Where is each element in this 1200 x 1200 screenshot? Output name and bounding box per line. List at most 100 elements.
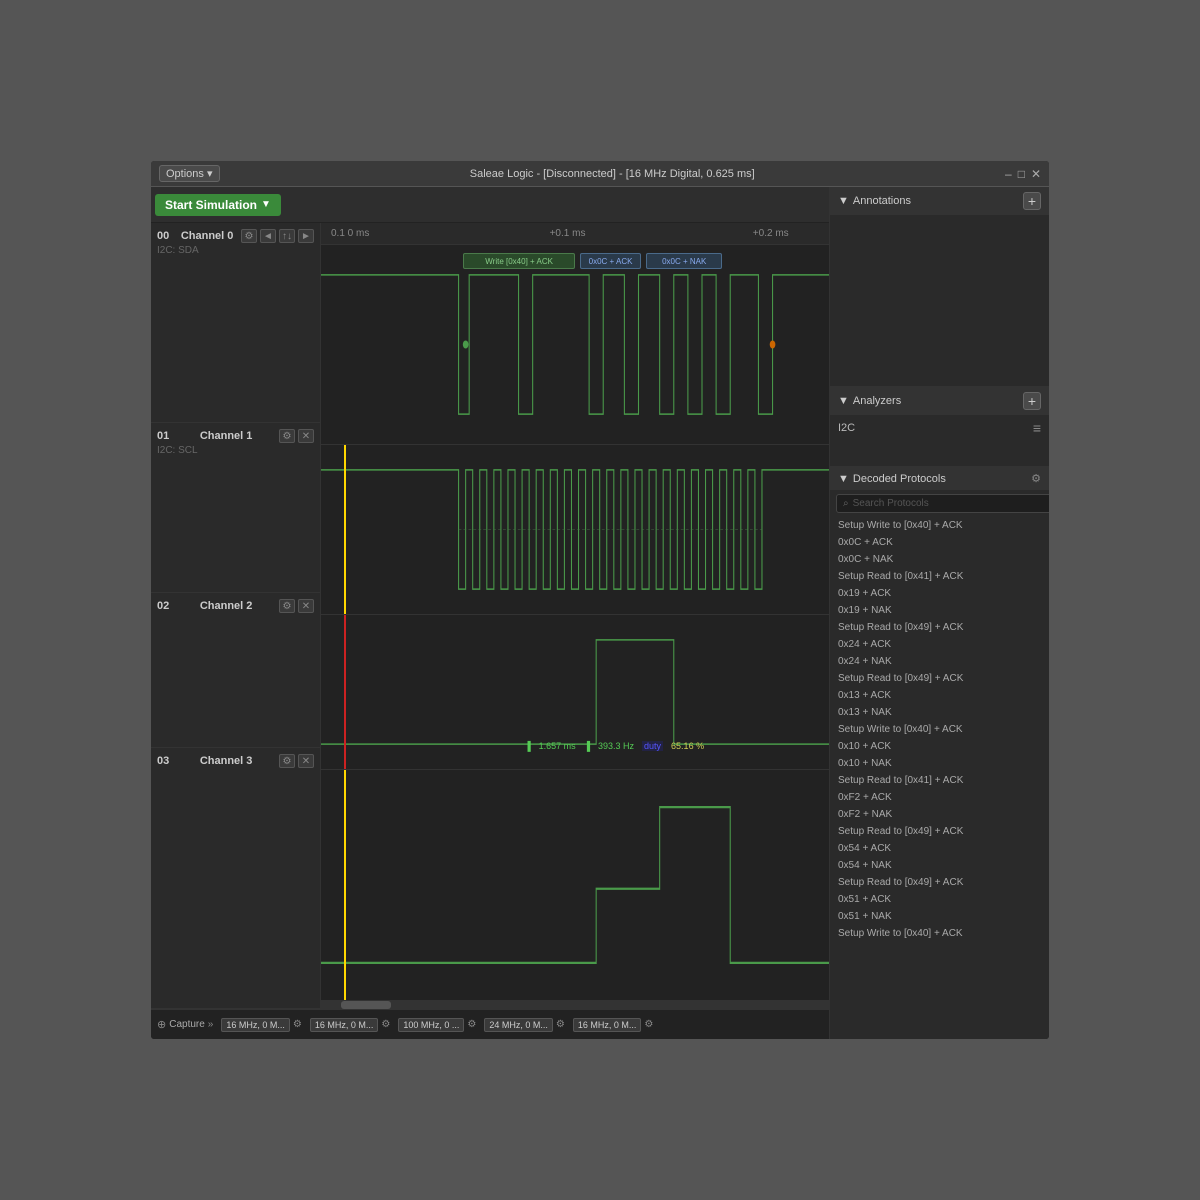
protocol-item-22[interactable]: 0x51 + ACK bbox=[830, 891, 1049, 908]
protocol-item-14[interactable]: 0x10 + NAK bbox=[830, 755, 1049, 772]
channel-2-controls: ⚙ ✕ bbox=[279, 599, 314, 613]
triangle-icon: ▼ bbox=[838, 195, 849, 207]
status-ch4: 16 MHz, 0 M... ⚙ bbox=[573, 1018, 653, 1032]
capture-label: Capture bbox=[169, 1019, 205, 1030]
search-protocols-box[interactable]: ⌕ Search Protocols bbox=[836, 494, 1049, 513]
annotations-add-button[interactable]: + bbox=[1023, 192, 1041, 210]
protocol-item-19[interactable]: 0x54 + ACK bbox=[830, 840, 1049, 857]
decoded-protocols-section: ▼ Decoded Protocols ⚙ ⌕ Search Protocols… bbox=[830, 467, 1049, 1039]
analyzer-i2c[interactable]: I2C ≡ bbox=[830, 415, 1049, 441]
annotations-title-area: ▼ Annotations bbox=[838, 195, 911, 207]
cursor-line-ch1 bbox=[344, 445, 346, 614]
protocol-item-15[interactable]: Setup Read to [0x41] + ACK bbox=[830, 772, 1049, 789]
channel-1-settings-button[interactable]: ⚙ bbox=[279, 429, 295, 443]
ch1-freq: 16 MHz, 0 M... bbox=[310, 1018, 379, 1032]
protocol-list: Setup Write to [0x40] + ACK0x0C + ACK0x0… bbox=[830, 517, 1049, 1039]
cursor-line-ch2 bbox=[344, 615, 346, 769]
protocol-item-11[interactable]: 0x13 + NAK bbox=[830, 704, 1049, 721]
search-icon: ⌕ bbox=[843, 498, 849, 509]
scrollbar-thumb[interactable] bbox=[341, 1001, 391, 1009]
protocol-item-16[interactable]: 0xF2 + ACK bbox=[830, 789, 1049, 806]
channel-0-settings-button[interactable]: ⚙ bbox=[241, 229, 257, 243]
time-label-0: 0.1 0 ms bbox=[331, 228, 369, 239]
title-bar: Options ▾ Saleae Logic - [Disconnected] … bbox=[151, 161, 1049, 187]
protocol-item-10[interactable]: 0x13 + ACK bbox=[830, 687, 1049, 704]
channel-1-close-button[interactable]: ✕ bbox=[298, 429, 314, 443]
channel-0-expand-button[interactable]: ► bbox=[298, 229, 314, 243]
protocol-item-17[interactable]: 0xF2 + NAK bbox=[830, 806, 1049, 823]
channel-1-waveform[interactable] bbox=[321, 445, 829, 615]
ch2-gear-icon[interactable]: ⚙ bbox=[467, 1019, 476, 1030]
channel-1-controls: ⚙ ✕ bbox=[279, 429, 314, 443]
ch1-gear-icon[interactable]: ⚙ bbox=[381, 1019, 390, 1030]
protocol-item-2[interactable]: 0x0C + NAK bbox=[830, 551, 1049, 568]
protocol-item-24[interactable]: Setup Write to [0x40] + ACK bbox=[830, 925, 1049, 942]
channel-0-up-button[interactable]: ◄ bbox=[260, 229, 276, 243]
meas-icon: ▐ bbox=[524, 741, 530, 751]
horizontal-scrollbar[interactable] bbox=[321, 1001, 829, 1009]
dropdown-arrow-icon: ▼ bbox=[261, 199, 271, 210]
channel-0-down-button[interactable]: ↑↓ bbox=[279, 229, 295, 243]
channel-2-close-button[interactable]: ✕ bbox=[298, 599, 314, 613]
close-button[interactable]: ✕ bbox=[1031, 167, 1041, 181]
analyzers-triangle-icon: ▼ bbox=[838, 395, 849, 407]
protocol-item-5[interactable]: 0x19 + NAK bbox=[830, 602, 1049, 619]
channel-2-settings-button[interactable]: ⚙ bbox=[279, 599, 295, 613]
analyzers-header: ▼ Analyzers + bbox=[830, 387, 1049, 415]
channel-0-waveform[interactable]: Write [0x40] + ACK 0x0C + ACK 0x0C + NAK bbox=[321, 245, 829, 445]
protocol-item-8[interactable]: 0x24 + NAK bbox=[830, 653, 1049, 670]
protocol-item-23[interactable]: 0x51 + NAK bbox=[830, 908, 1049, 925]
toolbar: Start Simulation ▼ bbox=[151, 187, 829, 223]
protocol-item-13[interactable]: 0x10 + ACK bbox=[830, 738, 1049, 755]
channel-2-waveform[interactable]: ▐ 1.657 ms ▐ 393.3 Hz duty 65.16 % bbox=[321, 615, 829, 770]
left-panel: Start Simulation ▼ 00 Channel 0 ⚙ bbox=[151, 187, 829, 1039]
protocol-item-4[interactable]: 0x19 + ACK bbox=[830, 585, 1049, 602]
meas-freq: 393.3 Hz bbox=[598, 741, 634, 751]
ch3-gear-icon[interactable]: ⚙ bbox=[556, 1019, 565, 1030]
options-button[interactable]: Options ▾ bbox=[159, 165, 220, 182]
app-window: Options ▾ Saleae Logic - [Disconnected] … bbox=[150, 160, 1050, 1040]
analyzers-add-button[interactable]: + bbox=[1023, 392, 1041, 410]
channel-3-settings-button[interactable]: ⚙ bbox=[279, 754, 295, 768]
channel-2-id: 02 bbox=[157, 600, 169, 612]
protocol-item-12[interactable]: Setup Write to [0x40] + ACK bbox=[830, 721, 1049, 738]
right-panel: ▼ Annotations + ▼ Analyzers + I2C bbox=[829, 187, 1049, 1039]
channel-0-name: 00 bbox=[157, 230, 169, 242]
analyzers-title-area: ▼ Analyzers bbox=[838, 395, 901, 407]
time-label-1: +0.1 ms bbox=[550, 228, 586, 239]
protocol-item-9[interactable]: Setup Read to [0x49] + ACK bbox=[830, 670, 1049, 687]
ch2-freq: 100 MHz, 0 ... bbox=[398, 1018, 464, 1032]
analyzer-i2c-name: I2C bbox=[838, 422, 855, 434]
decoded-protocols-title: Decoded Protocols bbox=[853, 473, 946, 485]
minimize-button[interactable]: – bbox=[1005, 167, 1012, 181]
protocol-item-0[interactable]: Setup Write to [0x40] + ACK bbox=[830, 517, 1049, 534]
channel-0-sublabel: I2C: SDA bbox=[157, 245, 314, 256]
channel-3-waveform[interactable] bbox=[321, 770, 829, 1001]
ch4-gear-icon[interactable]: ⚙ bbox=[644, 1019, 653, 1030]
channel-0-controls: ⚙ ◄ ↑↓ ► bbox=[241, 229, 314, 243]
status-bar: ⊕ Capture » 16 MHz, 0 M... ⚙ 16 MHz, 0 M… bbox=[151, 1009, 829, 1039]
channel-3-close-button[interactable]: ✕ bbox=[298, 754, 314, 768]
decoded-protocols-header: ▼ Decoded Protocols ⚙ bbox=[830, 467, 1049, 490]
waveform-area[interactable]: 0.1 0 ms +0.1 ms +0.2 ms Write [0x40] + … bbox=[321, 223, 829, 1009]
decoded-protocols-gear-icon[interactable]: ⚙ bbox=[1031, 472, 1041, 485]
protocol-item-7[interactable]: 0x24 + ACK bbox=[830, 636, 1049, 653]
fast-forward-icon: » bbox=[208, 1019, 214, 1030]
protocol-item-1[interactable]: 0x0C + ACK bbox=[830, 534, 1049, 551]
protocol-item-21[interactable]: Setup Read to [0x49] + ACK bbox=[830, 874, 1049, 891]
protocol-item-3[interactable]: Setup Read to [0x41] + ACK bbox=[830, 568, 1049, 585]
analyzer-menu-icon[interactable]: ≡ bbox=[1033, 420, 1041, 436]
channel-1-id: 01 bbox=[157, 430, 169, 442]
window-title: Saleae Logic - [Disconnected] - [16 MHz … bbox=[220, 168, 1006, 180]
status-ch2: 100 MHz, 0 ... ⚙ bbox=[398, 1018, 476, 1032]
protocol-item-20[interactable]: 0x54 + NAK bbox=[830, 857, 1049, 874]
meas-duty: 65.16 % bbox=[671, 741, 704, 751]
protocol-item-6[interactable]: Setup Read to [0x49] + ACK bbox=[830, 619, 1049, 636]
channel-3-controls: ⚙ ✕ bbox=[279, 754, 314, 768]
maximize-button[interactable]: □ bbox=[1018, 167, 1025, 181]
search-icon: ⊕ bbox=[157, 1018, 166, 1031]
meas-duty-badge: duty bbox=[642, 741, 663, 751]
protocol-item-18[interactable]: Setup Read to [0x49] + ACK bbox=[830, 823, 1049, 840]
start-simulation-button[interactable]: Start Simulation ▼ bbox=[155, 194, 281, 216]
ch0-gear-icon[interactable]: ⚙ bbox=[293, 1019, 302, 1030]
